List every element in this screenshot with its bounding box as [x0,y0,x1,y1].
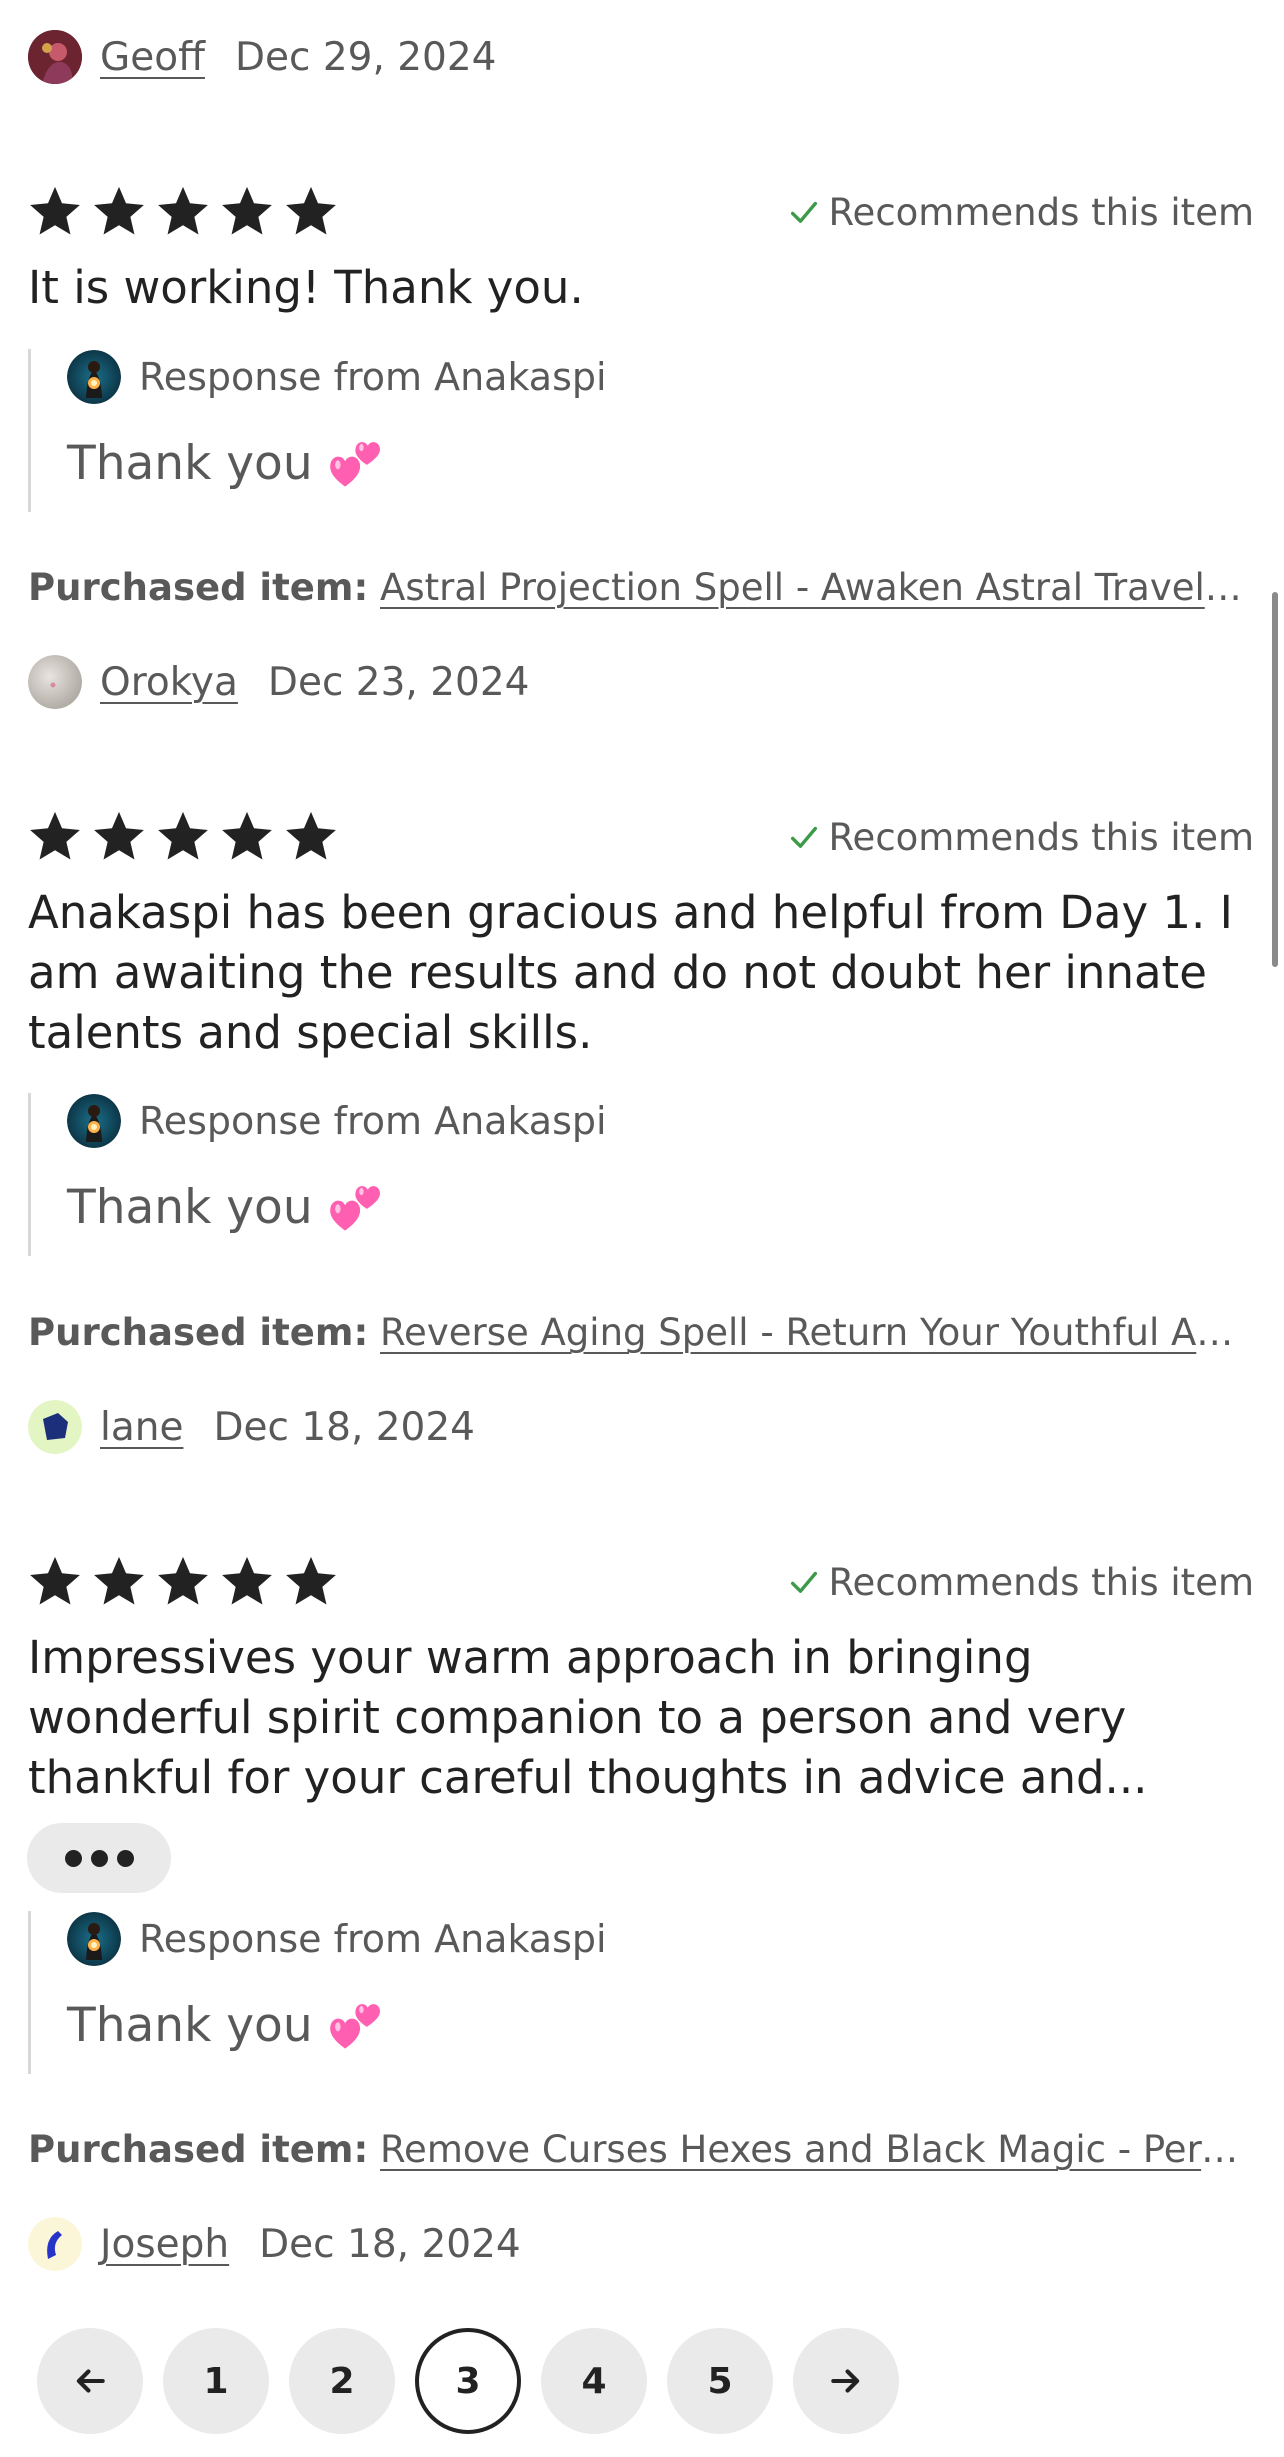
star-icon [222,811,272,860]
two-hearts-emoji-icon [329,2004,380,2049]
purchased-item: Purchased item: Astral Projection Spell … [28,566,1248,616]
reviewer-name-link[interactable]: lane [100,1405,183,1450]
star-rating [26,183,340,241]
purchased-item-label: Purchased item: [28,2128,369,2171]
star-icon [30,186,80,235]
response-text: Thank you [67,433,1228,493]
reviewer-row: lane Dec 18, 2024 [28,1399,475,1455]
star-icon [94,186,144,235]
response-from-label: Response from Anakaspi [139,1099,607,1143]
purchased-item-label: Purchased item: [28,566,369,609]
reviewer-name-link[interactable]: Orokya [100,660,238,705]
page-5-button[interactable]: 5 [667,2328,773,2434]
two-hearts-emoji-icon [329,442,380,487]
shop-avatar [67,1094,121,1148]
previous-page-button[interactable] [37,2328,143,2434]
seller-response: Response from Anakaspi Thank you [28,1911,1228,2074]
star-icon [30,811,80,860]
response-text: Thank you [67,1177,1228,1237]
review-date: Dec 18, 2024 [213,1404,475,1450]
review-text: Anakaspi has been gracious and helpful f… [28,886,1233,1059]
shop-avatar [67,1912,121,1966]
response-from-label: Response from Anakaspi [139,1917,607,1961]
checkmark-icon [790,826,817,848]
reviewer-row: Geoff Dec 29, 2024 [28,29,497,85]
recommends-text: Recommends this item [828,815,1254,859]
arrow-left-icon [76,2369,105,2393]
response-message: Thank you [67,435,313,491]
recommends-text: Recommends this item [828,190,1254,234]
recommends-badge: Recommends this item [787,183,1254,241]
star-rating [26,808,340,866]
star-icon [158,1556,208,1605]
review-date: Dec 23, 2024 [267,659,530,705]
expand-review-button[interactable] [27,1823,171,1893]
checkmark-icon [790,201,817,223]
scrollbar[interactable] [1272,592,1278,967]
more-dots-icon [64,1849,82,1867]
reviewer-avatar[interactable] [28,2217,82,2271]
response-from-label: Response from Anakaspi [139,355,607,399]
star-icon [30,1556,80,1605]
star-icon [158,186,208,235]
star-icon [94,1556,144,1605]
review-date: Dec 18, 2024 [259,2221,521,2267]
reviewer-avatar[interactable] [28,655,82,709]
checkmark-icon [790,1571,817,1593]
two-hearts-emoji-icon [329,1186,380,1231]
star-icon [222,1556,272,1605]
recommends-text: Recommends this item [828,1560,1254,1604]
purchased-item: Purchased item: Remove Curses Hexes and … [28,2128,1248,2178]
review-text: Impressives your warm approach in bringi… [28,1631,1148,1804]
purchased-item-label: Purchased item: [28,1311,369,1354]
page-3-button[interactable]: 3 [415,2328,521,2434]
next-page-button[interactable] [793,2328,899,2434]
page-2-button[interactable]: 2 [289,2328,395,2434]
star-icon [286,186,336,235]
recommends-badge: Recommends this item [787,1553,1254,1611]
page-4-button[interactable]: 4 [541,2328,647,2434]
response-text: Thank you [67,1995,1228,2055]
purchased-item-link[interactable]: Astral Projection Spell - Awaken Astral … [380,566,1248,609]
shop-avatar [67,350,121,404]
star-icon [222,186,272,235]
seller-response: Response from Anakaspi Thank you [28,349,1228,512]
star-rating [26,1553,340,1611]
reviewer-name-link[interactable]: Geoff [100,35,205,80]
reviewer-name-link[interactable]: Joseph [100,2222,229,2267]
review-date: Dec 29, 2024 [234,34,497,80]
star-icon [94,811,144,860]
seller-response: Response from Anakaspi Thank you [28,1093,1228,1256]
page-1-button[interactable]: 1 [163,2328,269,2434]
purchased-item: Purchased item: Reverse Aging Spell - Re… [28,1311,1248,1361]
arrow-right-icon [831,2369,860,2393]
reviewer-avatar[interactable] [28,30,82,84]
reviewer-row: Joseph Dec 18, 2024 [28,2216,521,2272]
purchased-item-link[interactable]: Reverse Aging Spell - Return Your Youthf… [380,1311,1248,1354]
reviewer-avatar[interactable] [28,1400,82,1454]
reviewer-row: Orokya Dec 23, 2024 [28,654,529,710]
response-message: Thank you [67,1997,313,2053]
star-icon [286,1556,336,1605]
star-icon [286,811,336,860]
review-text: It is working! Thank you. [28,261,584,314]
star-icon [158,811,208,860]
purchased-item-link[interactable]: Remove Curses Hexes and Black Magic - Pe… [380,2128,1248,2171]
pagination: 1 2 3 4 5 [37,2328,899,2434]
recommends-badge: Recommends this item [787,808,1254,866]
response-message: Thank you [67,1179,313,1235]
